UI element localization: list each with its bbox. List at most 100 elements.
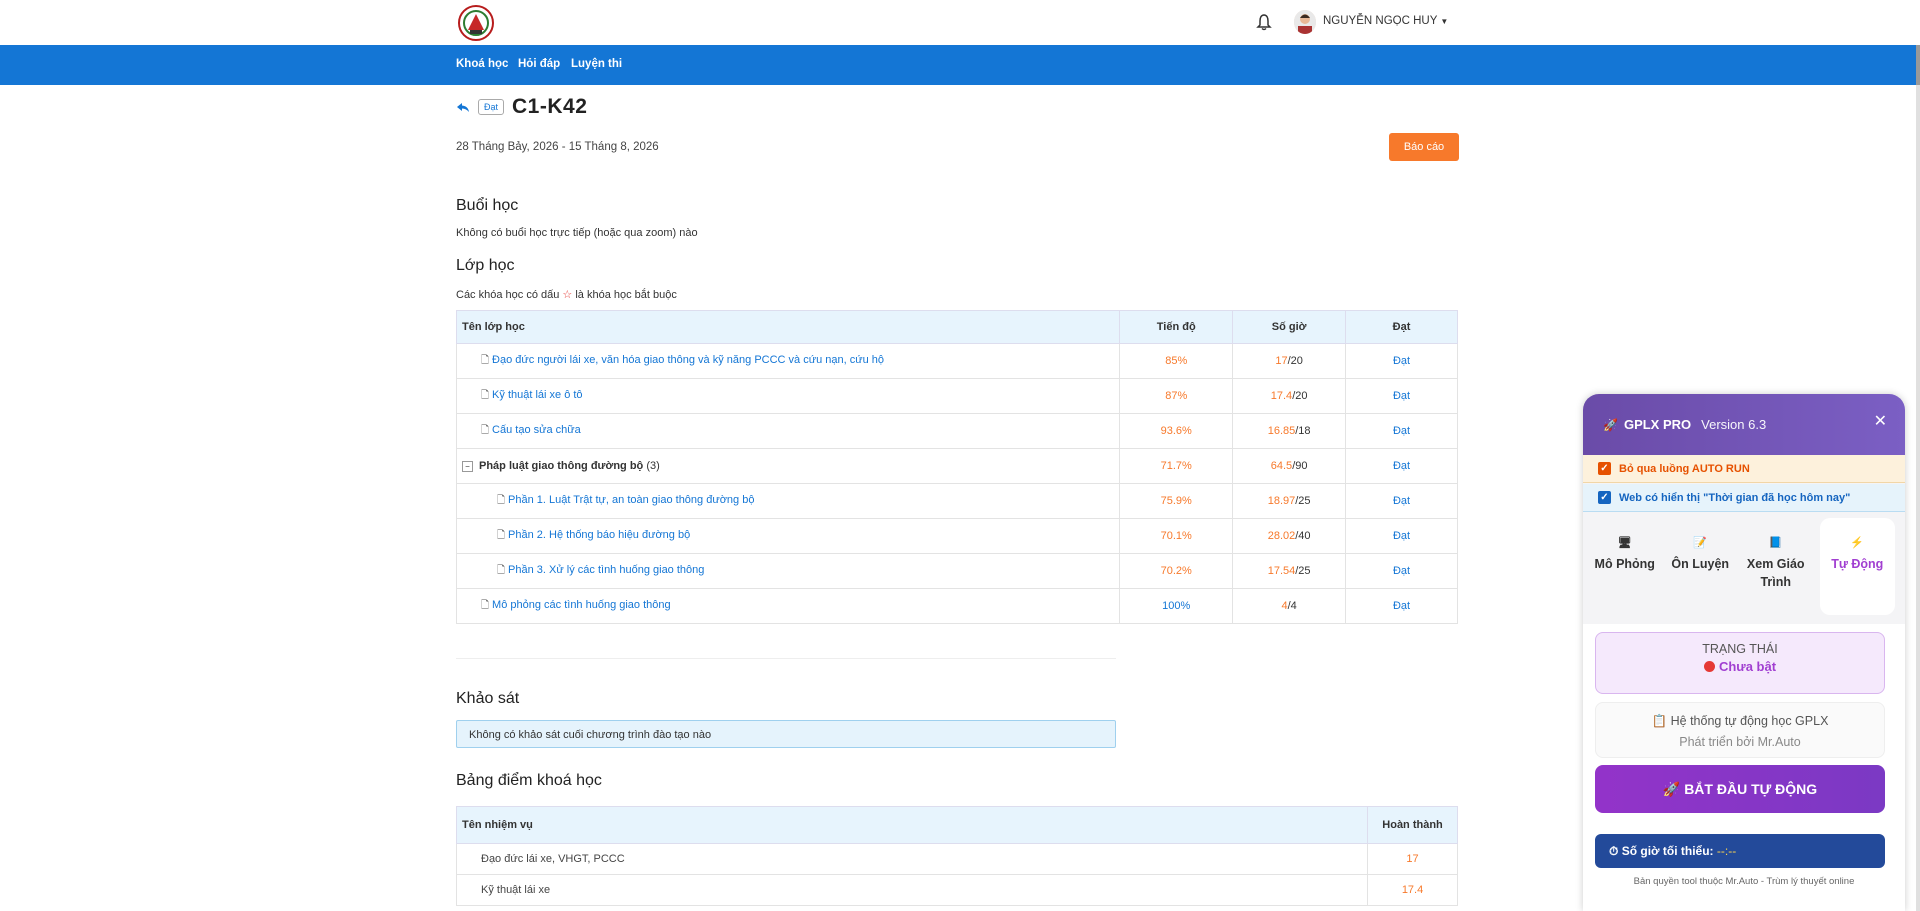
col-header-completion[interactable]: Hoàn thành	[1367, 806, 1458, 844]
document-icon: 🗋	[497, 529, 506, 541]
status-value: Chưa bật	[1718, 659, 1777, 674]
document-icon: 🗋	[481, 354, 490, 366]
hours-total: /40	[1295, 530, 1311, 542]
close-icon[interactable]: ✕	[1874, 411, 1887, 431]
panel-tabs: 🖥 Mô Phỏng 📝 Ôn Luyện 📘 Xem Giáo Trình ⚡…	[1583, 514, 1905, 619]
start-auto-button[interactable]: 🚀 BẮT ĐẦU TỰ ĐỘNG	[1595, 765, 1885, 813]
nav-khoa-hoc[interactable]: Khoá học	[456, 58, 508, 70]
divider	[456, 658, 1116, 659]
class-link[interactable]: 🗋 Mô phỏng các tình huống giao thông	[457, 599, 671, 611]
scores-table: Tên nhiệm vụ Hoàn thành Đạo đức lái xe, …	[455, 806, 1458, 906]
class-link[interactable]: 🗋 Cấu tạo sửa chữa	[457, 424, 581, 436]
progress-value: 70.2%	[1119, 553, 1234, 589]
rocket-icon: 🚀	[1662, 780, 1685, 797]
col-header-hours[interactable]: Số giờ	[1232, 310, 1347, 344]
progress-value: 75.9%	[1119, 483, 1234, 519]
survey-info-box: Không có khảo sát cuối chương trình đào …	[456, 720, 1116, 748]
document-icon: 🗋	[497, 494, 506, 506]
hours-cell: 17.54/25	[1232, 553, 1347, 589]
class-link[interactable]: 🗋 Kỹ thuật lái xe ô tô	[457, 389, 583, 401]
class-name[interactable]: Kỹ thuật lái xe ô tô	[492, 389, 583, 401]
classes-note: Các khóa học có dấu ☆ là khóa học bắt bu…	[456, 288, 677, 301]
nav-hoi-dap[interactable]: Hỏi đáp	[518, 58, 560, 70]
class-link[interactable]: 🗋 Phần 2. Hệ thống báo hiệu đường bộ	[457, 529, 690, 541]
hours-cell: 4/4	[1232, 588, 1347, 624]
class-name[interactable]: Phần 3. Xử lý các tình huống giao thông	[508, 564, 704, 576]
col-header-progress[interactable]: Tiến độ	[1119, 310, 1234, 344]
status-value: Đạt	[1345, 518, 1458, 554]
main-nav: Khoá học Hỏi đáp Luyện thi	[0, 45, 1916, 85]
status-dot-icon	[1703, 661, 1715, 672]
caret-down-icon: ▼	[1440, 17, 1449, 26]
class-link[interactable]: 🗋 Đạo đức người lái xe, văn hóa giao thôn…	[457, 354, 884, 366]
class-link[interactable]: 🗋 Phần 1. Luật Trật tự, an toàn giao thôn…	[457, 494, 754, 506]
tab-xem-giao-trinh[interactable]: 📘 Xem Giáo Trình	[1738, 514, 1814, 619]
user-menu[interactable]: NGUYỄN NGỌC HUY ▼	[1323, 15, 1448, 27]
status-box: TRẠNG THÁI Chưa bật	[1595, 632, 1885, 694]
tab-on-luyen[interactable]: 📝 Ôn Luyện	[1663, 514, 1739, 619]
classes-note-text: Các khóa học có dấu	[456, 289, 563, 301]
hours-value: 16.85	[1267, 425, 1296, 437]
class-name[interactable]: Phần 2. Hệ thống báo hiệu đường bộ	[508, 529, 690, 541]
checkbox-checked-icon[interactable]: ✓	[1598, 491, 1611, 504]
task-name: Kỹ thuật lái xe	[455, 874, 1369, 906]
panel-version: Version 6.3	[1701, 417, 1767, 432]
hours-value: 17	[1275, 355, 1288, 367]
hours-cell: 16.85/18	[1232, 413, 1347, 449]
task-value: 17	[1367, 843, 1458, 875]
hours-value: 18.97	[1267, 495, 1296, 507]
checkbox-checked-icon[interactable]: ✓	[1598, 462, 1611, 475]
option-show-study-time[interactable]: ✓ Web có hiển thị "Thời gian đã học hôm …	[1583, 484, 1905, 512]
collapse-toggle-icon[interactable]: −	[462, 461, 473, 472]
col-header-status[interactable]: Đạt	[1345, 310, 1458, 344]
system-developer: Phát triển bởi Mr.Auto	[1679, 735, 1801, 749]
class-name[interactable]: Phần 1. Luật Trật tự, an toàn giao thông…	[508, 494, 754, 506]
avatar[interactable]	[1294, 10, 1316, 34]
min-hours-box: ⏱ Số giờ tối thiểu: --:--	[1595, 834, 1885, 868]
logo[interactable]	[456, 4, 496, 42]
scrollbar[interactable]	[1916, 45, 1920, 911]
classes-heading: Lớp học	[456, 257, 515, 274]
status-value: Đạt	[1345, 483, 1458, 519]
hours-cell: 17/20	[1232, 343, 1347, 379]
task-value: 17.4	[1367, 874, 1458, 906]
hours-cell: 28.02/40	[1232, 518, 1347, 554]
system-title: Hệ thống tự động học GPLX	[1670, 714, 1829, 728]
document-icon: 🗋	[481, 599, 490, 611]
table-row: 🗋 Phần 2. Hệ thống báo hiệu đường bộ 70.1…	[455, 518, 1458, 554]
table-row: 🗋 Mô phỏng các tình huống giao thông 100%…	[455, 588, 1458, 624]
table-row: 🗋 Đạo đức người lái xe, văn hóa giao thôn…	[455, 343, 1458, 379]
document-icon: 🗋	[481, 424, 490, 436]
status-value: Đạt	[1345, 378, 1458, 414]
lightning-icon: ⚡	[1850, 537, 1865, 549]
tab-label: Xem Giáo Trình	[1746, 557, 1805, 589]
bell-icon[interactable]	[1256, 13, 1272, 31]
system-info-box: 📋 Hệ thống tự động học GPLX Phát triển b…	[1595, 702, 1885, 758]
col-header-task[interactable]: Tên nhiệm vụ	[455, 806, 1369, 844]
tab-mo-phong[interactable]: 🖥 Mô Phỏng	[1587, 514, 1663, 619]
report-button[interactable]: Báo cáo	[1389, 133, 1459, 161]
class-link[interactable]: 🗋 Phần 3. Xử lý các tình huống giao thông	[457, 564, 704, 576]
date-range: 28 Tháng Bảy, 2026 - 15 Tháng 8, 2026	[456, 141, 659, 153]
class-name[interactable]: Đạo đức người lái xe, văn hóa giao thông…	[492, 354, 884, 366]
table-row: Kỹ thuật lái xe 17.4	[455, 874, 1458, 906]
option-skip-auto-run[interactable]: ✓ Bỏ qua luồng AUTO RUN	[1583, 455, 1905, 483]
class-name[interactable]: Mô phỏng các tình huống giao thông	[492, 599, 671, 611]
tab-tu-dong[interactable]: ⚡ Tự Động	[1819, 518, 1895, 615]
start-auto-label: BẮT ĐẦU TỰ ĐỘNG	[1684, 780, 1818, 797]
progress-value: 100%	[1119, 588, 1234, 624]
class-name[interactable]: Cấu tạo sửa chữa	[492, 424, 581, 436]
col-header-name[interactable]: Tên lớp học	[455, 310, 1121, 344]
title-row: Đạt C1-K42	[456, 95, 587, 119]
user-name: NGUYỄN NGỌC HUY	[1323, 15, 1438, 27]
back-arrow-icon[interactable]	[456, 101, 470, 113]
group-name: Pháp luật giao thông đường bộ	[479, 460, 644, 472]
group-row: − Pháp luật giao thông đường bộ (3)	[457, 460, 660, 472]
panel-name: GPLX PRO	[1623, 417, 1692, 432]
hours-value: 17.54	[1267, 565, 1296, 577]
book-icon: 📘	[1768, 537, 1783, 549]
min-hours-value: --:--	[1716, 844, 1737, 858]
scrollbar-thumb[interactable]	[1916, 45, 1920, 85]
nav-luyen-thi[interactable]: Luyện thi	[571, 58, 622, 70]
hours-cell: 18.97/25	[1232, 483, 1347, 519]
